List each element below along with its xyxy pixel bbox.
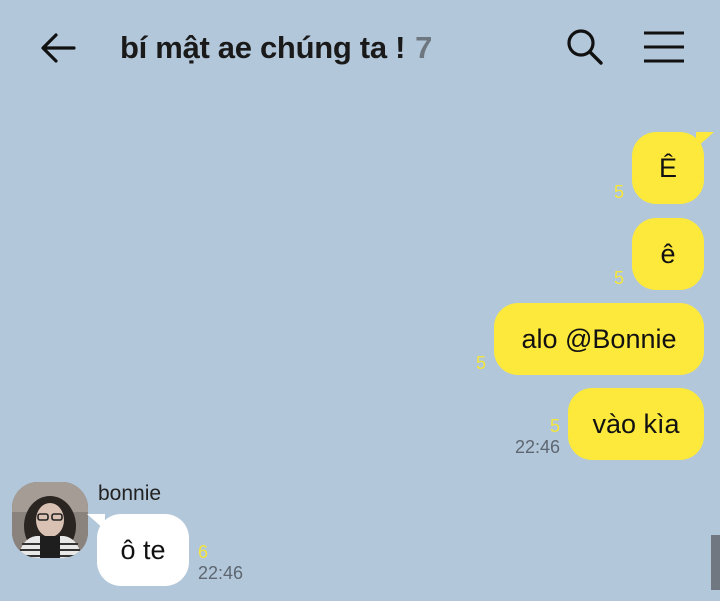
sender-avatar[interactable] bbox=[12, 482, 88, 558]
back-button[interactable] bbox=[38, 28, 78, 68]
avatar-photo bbox=[12, 482, 88, 558]
sender-name: bonnie bbox=[98, 482, 162, 505]
message-meta: 5 bbox=[476, 353, 486, 373]
message-time: 22:46 bbox=[514, 437, 560, 457]
search-icon bbox=[567, 29, 603, 65]
hamburger-menu-icon bbox=[644, 31, 684, 63]
menu-button[interactable] bbox=[642, 28, 686, 66]
message-bubble[interactable]: vào kìa bbox=[568, 388, 704, 460]
message-time: 22:46 bbox=[198, 563, 244, 583]
chat-title-area: bí mật ae chúng ta ! 7 bbox=[120, 26, 432, 70]
unread-count: 5 bbox=[613, 268, 624, 288]
message-bubble[interactable]: ê bbox=[632, 218, 704, 290]
unread-count: 5 bbox=[549, 416, 560, 436]
message-meta: 5 bbox=[614, 268, 624, 288]
unread-count: 5 bbox=[613, 182, 624, 202]
outgoing-message: 5 22:46 vào kìa bbox=[515, 388, 704, 460]
message-bubble[interactable]: Ê bbox=[632, 132, 714, 204]
member-count: 7 bbox=[415, 30, 433, 65]
message-text: Ê bbox=[658, 152, 677, 183]
chat-area[interactable]: 5 Ê 5 ê 5 alo @Bonnie 5 22:46 vào kìa bo… bbox=[0, 96, 720, 601]
unread-count: 5 bbox=[475, 353, 486, 373]
bubble-tail bbox=[696, 132, 714, 148]
message-meta: 5 bbox=[614, 182, 624, 202]
scrollbar[interactable] bbox=[711, 535, 720, 590]
message-text: ê bbox=[660, 238, 676, 269]
search-button[interactable] bbox=[564, 26, 606, 68]
outgoing-message: 5 Ê bbox=[614, 132, 714, 204]
bubble-tail bbox=[87, 514, 105, 530]
outgoing-message: 5 ê bbox=[614, 218, 704, 290]
unread-count: 6 bbox=[198, 542, 209, 562]
message-text: ô te bbox=[120, 534, 166, 565]
chat-header: bí mật ae chúng ta ! 7 bbox=[0, 0, 720, 96]
message-bubble[interactable]: alo @Bonnie bbox=[494, 303, 704, 375]
message-bubble[interactable]: ô te bbox=[87, 514, 189, 586]
arrow-left-icon bbox=[41, 33, 76, 63]
message-meta: 6 22:46 bbox=[198, 542, 243, 584]
message-text: vào kìa bbox=[592, 408, 680, 439]
incoming-message: ô te 6 22:46 bbox=[87, 514, 243, 586]
chat-title: bí mật ae chúng ta ! bbox=[120, 30, 406, 65]
message-text: alo @Bonnie bbox=[521, 323, 677, 354]
outgoing-message: 5 alo @Bonnie bbox=[476, 303, 704, 375]
message-meta: 5 22:46 bbox=[515, 416, 560, 458]
